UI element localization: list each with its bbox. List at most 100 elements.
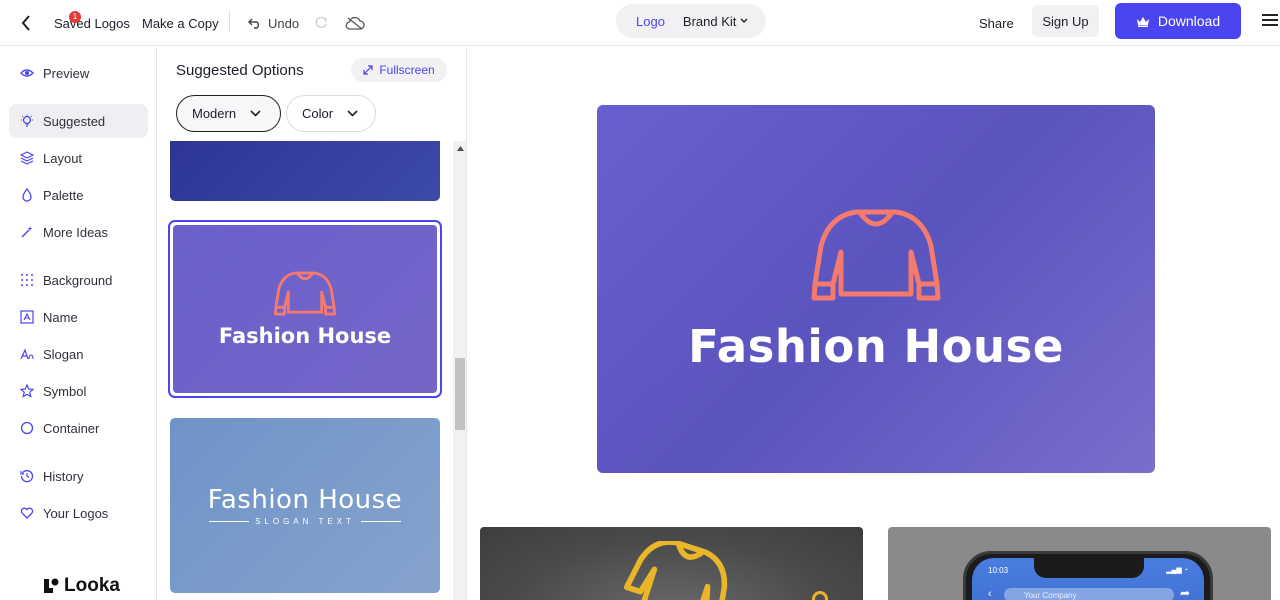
text-box-icon (20, 310, 34, 324)
mockup-tile-phone[interactable]: 10:03 ▂▄▆ ◔ ‹ Your Company ➦ (888, 527, 1271, 600)
saved-logos-button[interactable]: Saved Logos (54, 0, 130, 46)
logo-option-card[interactable]: Fashion House SLOGAN TEXT (170, 418, 440, 593)
dots-grid-icon (21, 274, 33, 286)
download-label: Download (1157, 13, 1221, 29)
sidebar-item-label: Suggested (43, 113, 106, 129)
scrollbar-thumb[interactable] (455, 358, 465, 430)
expand-icon (363, 65, 373, 75)
sidebar-item-label: Symbol (43, 383, 87, 399)
sidebar-item-background[interactable]: Background (9, 263, 148, 297)
sidebar-item-name[interactable]: Name (9, 300, 148, 334)
sidebar-item-label: Slogan (43, 346, 84, 362)
phone-search-bar: Your Company (1004, 588, 1174, 600)
logo-option-card-selected[interactable]: Fashion House (168, 220, 442, 398)
cloud-save-icon[interactable] (344, 0, 366, 46)
crown-icon (1136, 16, 1149, 27)
sign-up-button[interactable]: Sign Up (1032, 5, 1099, 37)
chevron-down-icon (250, 110, 261, 117)
slogan-icon (20, 348, 34, 360)
tab-brand-kit[interactable]: Brand Kit (683, 14, 748, 29)
sidebar-item-label: History (43, 468, 84, 484)
fullscreen-label: Fullscreen (379, 63, 435, 77)
logo-preview-name: Fashion House (688, 319, 1064, 373)
make-copy-button[interactable]: Make a Copy (142, 0, 219, 46)
slogan-rule (360, 521, 401, 522)
sidebar-item-your-logos[interactable]: Your Logos (9, 496, 148, 530)
star-icon (20, 384, 34, 398)
phone-screen: 10:03 ▂▄▆ ◔ ‹ Your Company ➦ (972, 558, 1204, 600)
download-button[interactable]: Download (1115, 3, 1241, 39)
looka-logo-icon (44, 578, 59, 593)
style-dropdown[interactable]: Modern (176, 95, 281, 132)
sidebar-item-label: Background (43, 272, 113, 288)
fullscreen-button[interactable]: Fullscreen (351, 58, 447, 82)
sidebar-item-label: Preview (43, 65, 90, 81)
view-switcher: Logo Brand Kit (616, 4, 766, 38)
tab-brand-kit-label: Brand Kit (682, 13, 737, 29)
phone-status-icons: ▂▄▆ ◔ (1166, 567, 1188, 574)
sidebar-item-preview[interactable]: Preview (9, 56, 148, 90)
share-button[interactable]: Share (979, 0, 1014, 46)
sidebar-item-slogan[interactable]: Slogan (9, 337, 148, 371)
eye-icon (20, 69, 34, 77)
suggested-options-panel: Suggested Options Fullscreen Modern Colo… (157, 47, 467, 600)
mockup-tile-embossed[interactable] (480, 527, 863, 600)
undo-icon (248, 18, 259, 29)
logo-option-slogan-text: SLOGAN TEXT (255, 517, 355, 526)
wand-icon (21, 226, 33, 238)
sidebar-item-label: Name (43, 309, 78, 325)
left-sidebar: Preview Suggested Layout Palette More Id… (0, 47, 157, 600)
sweater-icon (811, 209, 941, 300)
color-dropdown-value: Color (302, 106, 334, 121)
phone-share-icon: ➦ (1179, 586, 1190, 600)
sidebar-item-label: Layout (43, 150, 83, 166)
bulb-icon (21, 114, 33, 127)
logo-option-card[interactable] (170, 141, 440, 201)
phone-time: 10:03 (988, 566, 1009, 575)
sidebar-item-suggested[interactable]: Suggested (9, 104, 148, 138)
phone-mockup: 10:03 ▂▄▆ ◔ ‹ Your Company ➦ (963, 551, 1213, 600)
slogan-rule (209, 521, 250, 522)
panel-title: Suggested Options (176, 62, 304, 79)
gold-dot (812, 591, 828, 600)
sidebar-item-label: Palette (43, 187, 84, 203)
options-scrollbar[interactable] (453, 141, 466, 600)
divider (229, 10, 230, 32)
redo-icon[interactable] (313, 0, 329, 46)
top-bar: Saved Logos 1 Make a Copy Undo Logo Bran… (0, 0, 1280, 46)
heart-icon (20, 507, 34, 519)
chevron-down-icon (347, 110, 358, 117)
chevron-down-icon (740, 18, 748, 23)
undo-button[interactable]: Undo (248, 0, 299, 46)
sidebar-item-label: More Ideas (43, 224, 109, 240)
circle-icon (20, 421, 34, 435)
saved-logos-badge: 1 (69, 11, 81, 23)
sidebar-item-label: Container (43, 420, 100, 436)
tab-logo[interactable]: Logo (636, 14, 665, 29)
scroll-up-arrow-icon[interactable] (453, 141, 466, 155)
sidebar-item-more-ideas[interactable]: More Ideas (9, 215, 148, 249)
back-arrow-icon[interactable] (16, 0, 36, 46)
sidebar-item-history[interactable]: History (9, 459, 148, 493)
logo-preview-canvas: Fashion House (597, 105, 1155, 473)
logo-option-name: Fashion House (218, 324, 392, 348)
history-icon (20, 470, 34, 483)
sidebar-item-container[interactable]: Container (9, 411, 148, 445)
sidebar-item-label: Your Logos (43, 505, 109, 521)
sweater-icon (274, 271, 336, 316)
logo-option-slogan: SLOGAN TEXT (209, 517, 401, 526)
undo-label: Undo (268, 15, 300, 31)
sidebar-item-layout[interactable]: Layout (9, 141, 148, 175)
phone-back-icon: ‹ (988, 588, 992, 600)
layers-icon (20, 151, 34, 165)
sidebar-item-palette[interactable]: Palette (9, 178, 148, 212)
color-dropdown[interactable]: Color (286, 95, 376, 132)
sidebar-item-symbol[interactable]: Symbol (9, 374, 148, 408)
looka-brand[interactable]: Looka (42, 575, 120, 597)
drop-icon (22, 188, 32, 202)
sweater-gold-icon (623, 541, 728, 600)
logo-option-name: Fashion House (207, 485, 403, 515)
style-dropdown-value: Modern (192, 106, 237, 121)
phone-search-text: Your Company (1024, 590, 1077, 600)
hamburger-menu-icon[interactable] (1262, 13, 1278, 29)
